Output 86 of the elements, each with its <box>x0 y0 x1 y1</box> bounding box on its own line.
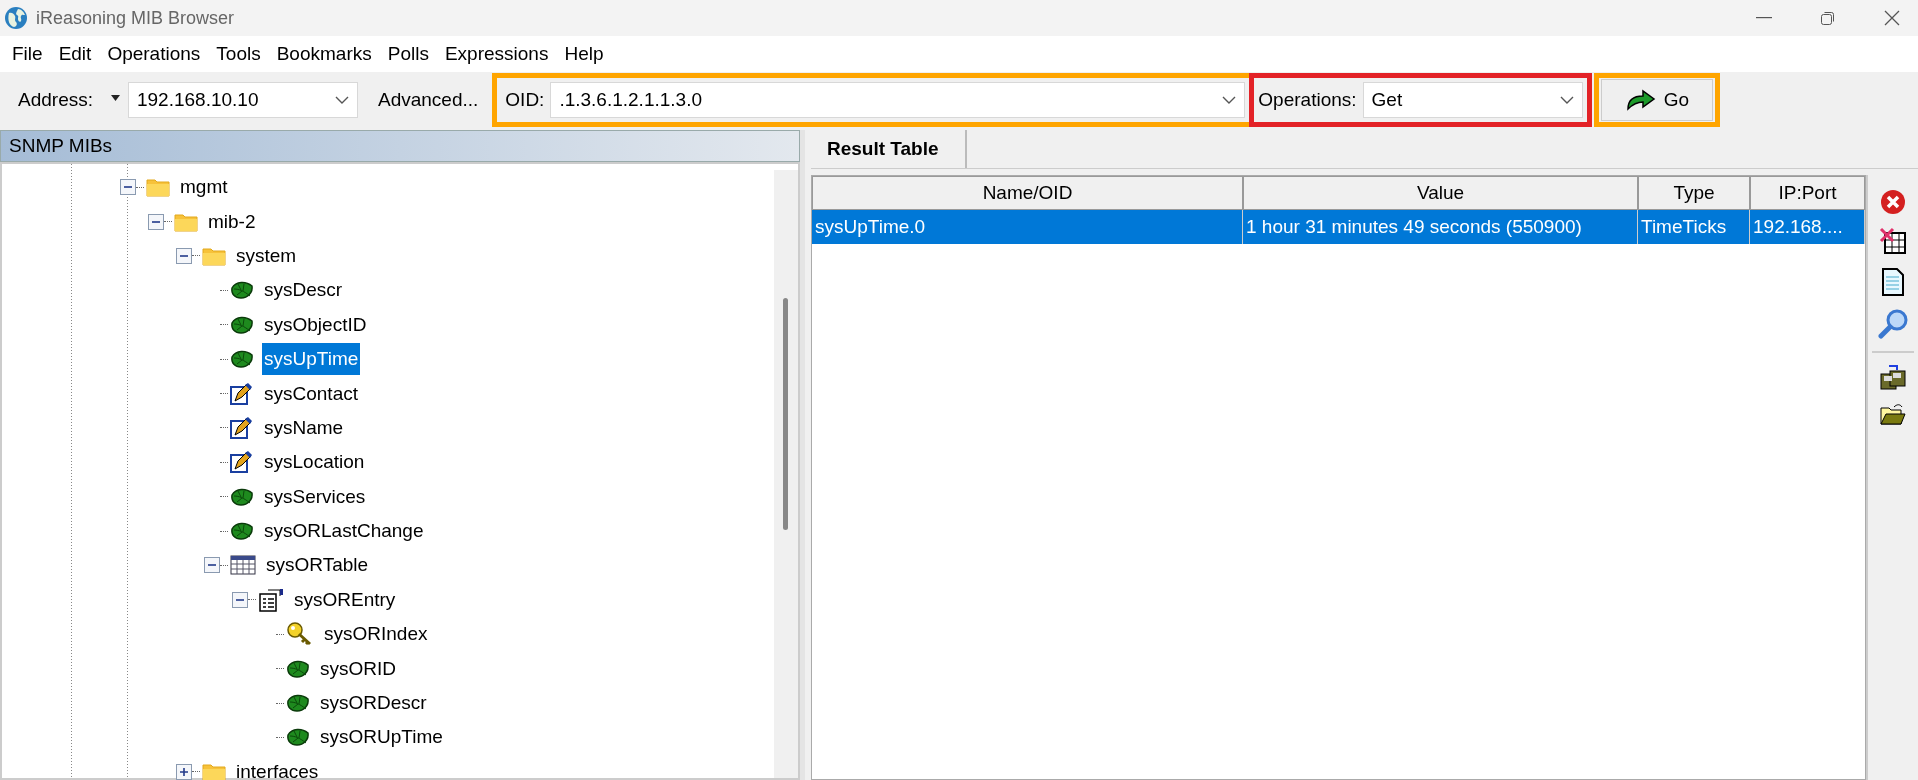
collapse-toggle-icon[interactable] <box>120 179 136 196</box>
menu-item[interactable]: Tools <box>208 43 269 65</box>
leaf-icon <box>286 727 310 748</box>
pen-on-document-icon <box>230 415 254 440</box>
caret-icon <box>1560 96 1575 104</box>
oid-combo-box[interactable]: .1.3.6.1.2.1.1.3.0 <box>550 82 1246 118</box>
scrollbar-thumb[interactable] <box>783 298 788 530</box>
advanced-button[interactable]: Advanced... <box>378 89 479 111</box>
panel-header: SNMP MIBs <box>0 130 800 162</box>
tree-node[interactable]: sysORDescr <box>318 687 429 720</box>
tree-node[interactable]: sysUpTime <box>262 343 361 376</box>
collapse-toggle-icon[interactable] <box>232 591 248 608</box>
table-row[interactable]: sysUpTime.0 1 hour 31 minutes 49 seconds (550900) TimeTicks 192.168.... <box>812 210 1865 244</box>
leaf-icon <box>230 280 254 301</box>
tree-node[interactable]: sysLocation <box>262 446 367 479</box>
tree-node[interactable]: sysObjectID <box>262 308 369 341</box>
tree-node[interactable]: system <box>234 239 299 272</box>
column-header[interactable]: Value <box>1243 176 1638 210</box>
leaf-icon <box>286 658 310 679</box>
caret-icon <box>111 95 120 101</box>
search-icon[interactable] <box>1878 309 1908 339</box>
menu-item[interactable]: Bookmarks <box>268 43 380 65</box>
table-cell: TimeTicks <box>1638 210 1750 244</box>
document-icon[interactable] <box>1881 267 1905 297</box>
column-header[interactable]: IP:Port <box>1750 176 1865 210</box>
table-cell: sysUpTime.0 <box>812 210 1243 244</box>
collapse-toggle-icon[interactable] <box>204 557 220 574</box>
table-cell: 1 hour 31 minutes 49 seconds (550900) <box>1243 210 1638 244</box>
tree-node[interactable]: sysORLastChange <box>262 515 426 548</box>
table-icon <box>230 555 256 576</box>
scrollbar[interactable] <box>774 170 798 778</box>
column-header[interactable]: Type <box>1638 176 1750 210</box>
go-button[interactable]: Go <box>1601 79 1714 121</box>
floppy-disks-icon[interactable] <box>1880 365 1906 391</box>
folder-icon <box>202 245 226 266</box>
pen-on-document-icon <box>230 381 254 406</box>
tree-node[interactable]: sysORID <box>318 652 398 685</box>
folder-icon[interactable] <box>1880 403 1906 425</box>
close-icon <box>1884 10 1900 26</box>
window-title: iReasoning MIB Browser <box>36 7 236 29</box>
menu-item[interactable]: Edit <box>50 43 100 65</box>
address-label: Address: <box>18 89 93 111</box>
table-cell: 192.168.... <box>1750 210 1865 244</box>
leaf-icon <box>230 349 254 370</box>
pen-on-document-icon <box>230 450 254 475</box>
menu-item[interactable]: Operations <box>99 43 209 65</box>
minimize-icon <box>1756 17 1772 19</box>
tree-node[interactable]: sysORIndex <box>322 618 430 651</box>
operations-combo-box[interactable]: Get <box>1362 82 1584 118</box>
document-icon <box>258 587 284 612</box>
restore-icon <box>1820 10 1836 26</box>
caret-icon <box>335 96 349 104</box>
tree-node[interactable]: sysOREntry <box>292 583 398 616</box>
tree-node[interactable]: sysDescr <box>262 274 345 307</box>
tree-node[interactable]: sysORUpTime <box>318 721 445 754</box>
operations-label: Operations: <box>1258 89 1357 111</box>
tree-node[interactable]: interfaces <box>234 755 321 780</box>
globe-icon <box>4 6 28 30</box>
menu-item[interactable]: Polls <box>379 43 437 65</box>
tree-node[interactable]: sysServices <box>262 480 368 513</box>
leaf-icon <box>230 521 254 542</box>
tree-node[interactable]: sysContact <box>262 377 360 410</box>
collapse-toggle-icon[interactable] <box>148 213 164 230</box>
table-delete-icon[interactable] <box>1879 227 1907 255</box>
expand-toggle-icon[interactable] <box>176 763 192 780</box>
folder-icon <box>174 211 198 232</box>
tree-node[interactable]: sysORTable <box>264 549 371 582</box>
folder-icon <box>202 761 226 780</box>
tree-node[interactable]: mgmt <box>178 171 230 204</box>
menu-item[interactable]: Expressions <box>436 43 557 65</box>
curved-arrow-icon <box>1625 89 1656 111</box>
leaf-icon <box>230 314 254 335</box>
column-header[interactable]: Name/OID <box>812 176 1243 210</box>
address-combo-box[interactable]: 192.168.10.10 <box>128 82 358 118</box>
tree-node[interactable]: mib-2 <box>206 205 258 238</box>
stop-icon[interactable] <box>1880 189 1906 215</box>
folder-icon <box>146 177 170 198</box>
leaf-icon <box>230 486 254 507</box>
leaf-icon <box>286 693 310 714</box>
menu-item[interactable]: Help <box>556 43 612 65</box>
caret-icon <box>1222 96 1237 104</box>
tree-node[interactable]: sysName <box>262 411 346 444</box>
menu-item[interactable]: File <box>4 43 51 65</box>
collapse-toggle-icon[interactable] <box>176 247 192 264</box>
key-icon <box>286 621 314 648</box>
oid-label: OID: <box>505 89 545 111</box>
